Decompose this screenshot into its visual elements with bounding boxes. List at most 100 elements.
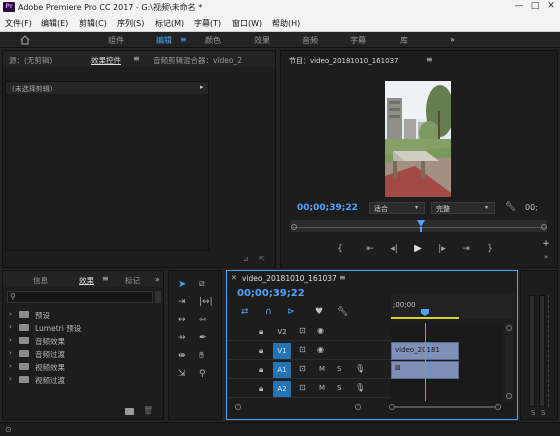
time-ruler[interactable]: ;00;00 — [391, 293, 515, 319]
workspace-more-button[interactable]: » — [450, 35, 455, 44]
solo-meter-button[interactable]: S — [541, 409, 545, 417]
zoom-tool-icon[interactable]: ⚲ — [199, 369, 206, 379]
trash-icon[interactable]: 🗑︎ — [143, 406, 153, 415]
scroll-handle-top[interactable] — [506, 325, 512, 331]
panel-menu-icon[interactable]: ≡ — [102, 274, 109, 283]
playhead-icon[interactable] — [417, 220, 425, 227]
search-scrollbar[interactable] — [155, 291, 161, 303]
slide-tool-icon[interactable]: ⇼ — [178, 351, 186, 361]
hand-tool-icon[interactable]: ✋︎ — [199, 351, 204, 361]
more-controls-icon[interactable]: » — [541, 252, 551, 262]
track-label[interactable]: V2 — [273, 325, 291, 339]
wrench-icon[interactable]: 🔧︎ — [505, 202, 516, 212]
scroll-thumb[interactable] — [395, 406, 495, 408]
tab-effect-controls[interactable]: 效果控件 — [91, 55, 121, 66]
step-forward-icon[interactable]: |▸ — [435, 244, 449, 254]
sync-lock-icon[interactable]: ⊡ — [299, 364, 306, 373]
timeline-vscroll[interactable] — [505, 323, 513, 401]
tree-item[interactable]: › 视频效果 — [9, 361, 159, 374]
workspace-menu-icon[interactable]: ≡ — [180, 35, 187, 44]
solo-meter-button[interactable]: S — [531, 409, 535, 417]
menu-clip[interactable]: 剪辑(C) — [79, 18, 107, 29]
go-to-in-icon[interactable]: ⇤ — [363, 244, 377, 254]
tree-item[interactable]: › 预设 — [9, 309, 159, 322]
effects-search-input[interactable]: ⚲ — [7, 291, 153, 303]
track-label[interactable]: V1 — [273, 343, 291, 359]
more-tabs-button[interactable]: » — [155, 275, 160, 284]
tree-item[interactable]: › 音频过渡 — [9, 348, 159, 361]
sync-lock-icon[interactable]: ⊡ — [299, 383, 306, 392]
tab-source[interactable]: 源：(无剪辑) — [9, 55, 52, 66]
track-label[interactable]: A1 — [273, 362, 291, 378]
close-button[interactable]: ✕ — [544, 1, 558, 13]
program-timecode[interactable]: 00;00;39;22 — [297, 203, 358, 213]
workspace-color[interactable]: 颜色 — [205, 35, 221, 46]
type-tool-icon[interactable]: ⇲ — [178, 369, 186, 379]
new-bin-icon[interactable] — [125, 408, 134, 415]
fit-dropdown[interactable]: 适合 ▾ — [369, 202, 425, 214]
slip-tool-icon[interactable]: ⇸ — [178, 333, 186, 343]
scroll-handle-right[interactable] — [495, 404, 501, 410]
nest-icon[interactable]: ⇄ — [241, 307, 249, 317]
lock-icon[interactable]: 🔒︎ — [259, 384, 263, 394]
tree-item[interactable]: › 音频效果 — [9, 335, 159, 348]
maximize-button[interactable]: □ — [528, 1, 542, 13]
home-icon[interactable] — [20, 35, 30, 45]
timeline-timecode[interactable]: 00;00;39;22 — [237, 288, 305, 299]
panel-menu-icon[interactable]: ≡ — [133, 54, 140, 63]
work-area-bar[interactable] — [391, 317, 459, 319]
export-icon[interactable]: ⇱ — [259, 255, 265, 263]
minimize-button[interactable]: — — [512, 1, 526, 13]
expand-arrow-icon[interactable]: ▸ — [200, 83, 204, 91]
scrubber-start-handle[interactable] — [291, 224, 297, 230]
track-label[interactable]: A2 — [273, 381, 291, 397]
snap-icon[interactable]: ∩ — [265, 307, 272, 317]
solo-button[interactable]: S — [337, 384, 341, 392]
scroll-handle-right[interactable] — [355, 404, 361, 410]
timeline-playhead-icon[interactable] — [421, 309, 429, 316]
microphone-icon[interactable]: 🎙︎ — [355, 383, 365, 392]
workspace-captions[interactable]: 字幕 — [350, 35, 366, 46]
workspace-assembly[interactable]: 组件 — [108, 35, 124, 46]
menu-help[interactable]: 帮助(H) — [272, 18, 300, 29]
filter-icon[interactable]: ⊿ — [243, 255, 249, 263]
workspace-editing[interactable]: 编辑 — [156, 35, 172, 46]
play-icon[interactable]: ▶ — [411, 244, 425, 254]
mark-in-icon[interactable]: { — [335, 244, 345, 254]
menu-sequence[interactable]: 序列(S) — [117, 18, 144, 29]
close-tab-icon[interactable]: ✕ — [231, 274, 237, 282]
go-to-out-icon[interactable]: ⇥ — [459, 244, 473, 254]
rolling-edit-tool-icon[interactable]: ↔ — [178, 315, 186, 325]
menu-window[interactable]: 窗口(W) — [232, 18, 262, 29]
mark-out-icon[interactable]: } — [485, 244, 495, 254]
sequence-tab[interactable]: video_20181010_161037 — [242, 274, 337, 283]
add-button-icon[interactable]: + — [541, 239, 551, 249]
eye-icon[interactable]: ◉ — [317, 345, 324, 354]
rate-stretch-tool-icon[interactable]: ⇿ — [199, 315, 207, 325]
add-marker-icon[interactable]: ♥ — [315, 307, 323, 317]
linked-selection-icon[interactable]: ⊳ — [287, 307, 295, 317]
lock-icon[interactable]: 🔒︎ — [259, 327, 263, 337]
lock-icon[interactable]: 🔒︎ — [259, 365, 263, 375]
tab-markers[interactable]: 标记 — [125, 275, 140, 286]
solo-button[interactable]: S — [337, 365, 341, 373]
status-icon[interactable]: ⊙ — [5, 425, 12, 434]
tab-effects[interactable]: 效果 — [79, 275, 94, 286]
program-scrubber[interactable] — [291, 220, 547, 232]
timeline-hscroll[interactable] — [389, 403, 505, 411]
sync-lock-icon[interactable]: ⊡ — [299, 345, 306, 354]
mute-button[interactable]: M — [319, 384, 325, 392]
tab-info[interactable]: 信息 — [33, 275, 48, 286]
menu-file[interactable]: 文件(F) — [5, 18, 32, 29]
selection-tool-icon[interactable]: ➤ — [178, 279, 186, 290]
tab-audio-clip-mixer[interactable]: 音频剪辑混合器：video_2 — [153, 55, 242, 66]
ripple-edit-tool-icon[interactable]: |↔| — [199, 297, 213, 307]
workspace-audio[interactable]: 音频 — [302, 35, 318, 46]
lock-icon[interactable]: 🔒︎ — [259, 346, 263, 356]
workspace-libraries[interactable]: 库 — [400, 35, 408, 46]
menu-edit[interactable]: 编辑(E) — [41, 18, 68, 29]
eye-icon[interactable]: ◉ — [317, 326, 324, 335]
scrubber-end-handle[interactable] — [541, 224, 547, 230]
microphone-icon[interactable]: 🎙︎ — [355, 364, 365, 373]
menu-title[interactable]: 字幕(T) — [194, 18, 221, 29]
